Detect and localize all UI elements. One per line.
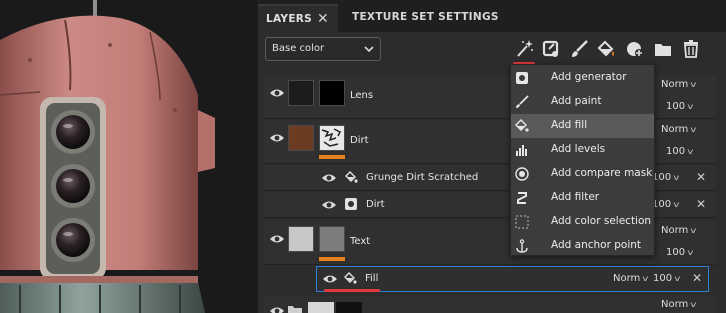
tab-texture-set-settings[interactable]: TEXTURE SET SETTINGS bbox=[344, 4, 499, 32]
layer-name: Lens bbox=[350, 90, 374, 101]
opacity-dropdown[interactable]: 100 v bbox=[666, 101, 694, 112]
close-icon[interactable]: ✕ bbox=[696, 197, 706, 211]
fill-icon bbox=[345, 171, 358, 183]
menu-item-add-generator[interactable]: Add generator bbox=[511, 66, 654, 90]
levels-icon bbox=[516, 145, 527, 156]
generator-icon bbox=[516, 72, 528, 84]
magic-wand-icon bbox=[517, 40, 533, 57]
channel-dropdown-value: Base color bbox=[272, 43, 325, 54]
paint-bucket-add-icon bbox=[542, 40, 559, 57]
opacity-dropdown[interactable]: 100 v bbox=[666, 247, 694, 258]
effect-name: Dirt bbox=[366, 199, 385, 210]
anchor-icon bbox=[516, 239, 528, 253]
eye-icon[interactable] bbox=[269, 233, 285, 245]
layers-panel: LAYERS ✕ TEXTURE SET SETTINGS Base color bbox=[258, 0, 726, 313]
add-mask-button[interactable] bbox=[540, 38, 562, 60]
mask-thumbnail bbox=[319, 226, 345, 252]
close-icon[interactable]: ✕ bbox=[317, 6, 329, 32]
mask-indicator bbox=[319, 257, 345, 261]
effect-name: Fill bbox=[365, 273, 379, 284]
panel-tab-bar: LAYERS ✕ TEXTURE SET SETTINGS bbox=[258, 0, 726, 32]
opacity-dropdown[interactable]: 100 v bbox=[653, 273, 681, 284]
layer-thumbnail bbox=[288, 80, 314, 106]
grunge-texture-icon bbox=[321, 128, 342, 147]
add-effect-button[interactable] bbox=[513, 38, 535, 60]
add-fill-layer-button[interactable] bbox=[595, 38, 617, 60]
menu-item-add-fill[interactable]: Add fill bbox=[511, 114, 654, 138]
close-icon[interactable]: ✕ bbox=[696, 170, 706, 184]
opacity-dropdown[interactable]: 100 v bbox=[652, 199, 680, 210]
channel-dropdown[interactable]: Base color bbox=[265, 37, 381, 61]
add-effect-menu: Add generator Add paint Add fill Add lev… bbox=[510, 64, 655, 256]
add-folder-button[interactable] bbox=[652, 38, 674, 60]
tab-layers[interactable]: LAYERS ✕ bbox=[258, 4, 338, 32]
close-icon[interactable]: ✕ bbox=[692, 271, 702, 285]
mask-thumbnail bbox=[319, 125, 345, 151]
delete-layer-button[interactable] bbox=[680, 38, 702, 60]
fill-icon bbox=[515, 119, 529, 132]
mask-icon bbox=[627, 42, 643, 57]
folder-icon bbox=[655, 44, 671, 56]
blend-mode-dropdown[interactable]: Norm v bbox=[661, 124, 697, 135]
opacity-dropdown[interactable]: 100 v bbox=[666, 146, 694, 157]
mask-thumbnail bbox=[336, 302, 362, 313]
compare-mask-icon bbox=[515, 167, 529, 181]
effect-name: Grunge Dirt Scratched bbox=[366, 172, 479, 183]
blend-mode-dropdown[interactable]: Norm v bbox=[661, 299, 697, 310]
blend-mode-dropdown[interactable]: Norm v bbox=[613, 273, 649, 284]
add-paint-layer-button[interactable] bbox=[568, 38, 590, 60]
menu-item-add-paint[interactable]: Add paint bbox=[511, 90, 654, 114]
robot-model-render bbox=[0, 0, 215, 313]
color-selection-icon bbox=[515, 215, 529, 229]
add-mask-with-fill-button[interactable] bbox=[624, 38, 646, 60]
brush-icon bbox=[572, 40, 588, 57]
3d-viewport[interactable] bbox=[0, 0, 258, 313]
layer-thumbnail bbox=[308, 302, 334, 313]
layer-thumbnail bbox=[288, 125, 314, 151]
blend-mode-dropdown[interactable]: Norm v bbox=[661, 225, 697, 236]
layer-name: Dirt bbox=[350, 135, 369, 146]
layer-row[interactable]: Norm v bbox=[264, 296, 716, 313]
annotation-underline bbox=[324, 289, 380, 292]
eye-icon[interactable] bbox=[321, 199, 337, 211]
eye-icon[interactable] bbox=[321, 172, 337, 184]
fill-icon bbox=[597, 40, 614, 57]
menu-item-add-filter[interactable]: Add filter bbox=[511, 186, 654, 210]
eye-icon[interactable] bbox=[269, 132, 285, 144]
menu-item-add-levels[interactable]: Add levels bbox=[511, 138, 654, 162]
trash-icon bbox=[684, 40, 698, 58]
opacity-dropdown[interactable]: 100 v bbox=[652, 172, 680, 183]
brush-icon bbox=[516, 95, 529, 108]
mask-thumbnail bbox=[319, 80, 345, 106]
layer-name: Text bbox=[350, 236, 371, 247]
blend-mode-dropdown[interactable]: Norm v bbox=[661, 79, 697, 90]
chevron-down-icon bbox=[364, 46, 374, 53]
menu-item-add-compare-mask[interactable]: Add compare mask bbox=[511, 162, 654, 186]
mask-indicator bbox=[319, 155, 345, 159]
folder-icon bbox=[288, 306, 302, 313]
layer-thumbnail bbox=[288, 226, 314, 252]
eye-icon[interactable] bbox=[269, 305, 285, 313]
filter-icon bbox=[517, 192, 527, 204]
tab-layers-label: LAYERS bbox=[266, 13, 313, 25]
eye-icon[interactable] bbox=[269, 87, 285, 99]
generator-icon bbox=[345, 198, 357, 210]
menu-item-add-anchor-point[interactable]: Add anchor point bbox=[511, 234, 654, 258]
fill-icon bbox=[344, 272, 357, 284]
menu-item-add-color-selection[interactable]: Add color selection bbox=[511, 210, 654, 234]
eye-icon[interactable] bbox=[322, 273, 338, 285]
